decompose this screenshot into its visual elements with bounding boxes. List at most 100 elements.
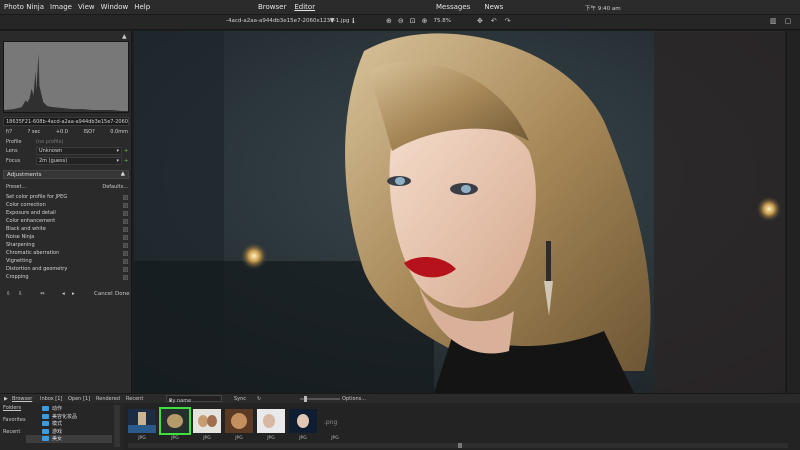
folder-icon [42,406,49,412]
thumbnail[interactable] [225,409,253,433]
refresh-icon[interactable]: ↻ [257,396,261,402]
adjustment-checkbox[interactable] [123,202,128,208]
lens-add-icon[interactable]: + [124,148,128,154]
lens-label: Lens [6,147,18,154]
zoom-actual-icon[interactable]: ⊕ [422,17,428,25]
editor-mode-button[interactable]: Editor [294,3,315,11]
browser-toggle-icon[interactable]: ▶ [4,396,8,402]
folder-item-selected[interactable]: 美女 [26,435,112,443]
folder-item[interactable]: 游戏 [26,428,112,436]
inbox-tab[interactable]: Inbox [1] [40,396,62,402]
pin-icon[interactable]: ▲ [121,171,125,177]
adjustment-checkbox[interactable] [123,258,128,264]
focus-add-icon[interactable]: + [124,158,128,164]
menu-image[interactable]: Image [50,3,72,11]
adjustment-checkbox[interactable] [123,226,128,232]
rendered-tab[interactable]: Rendered [96,396,120,402]
profile-value: (no profile) [36,138,64,145]
prev-icon[interactable]: ◂ [62,291,65,297]
thumbnail[interactable] [128,409,156,433]
thumbnail[interactable] [193,409,221,433]
folders-tab[interactable]: Folders [3,405,21,411]
adjustment-checkbox[interactable] [123,218,128,224]
folder-item[interactable]: 模式 [26,420,112,428]
favorites-tab[interactable]: Favorites [3,417,26,423]
cancel-button[interactable]: Cancel [94,291,113,297]
exif-summary: f/? ? sec +0.0 ISO? 0.0mm [6,129,128,135]
adjustments-header[interactable]: Adjustments ▲ [3,170,129,179]
next-icon[interactable]: ▸ [72,291,75,297]
adjustment-item[interactable]: Chromatic aberration [6,249,128,257]
thumbnail-selected[interactable] [159,407,191,435]
file-dropdown-icon[interactable]: ▼ [330,17,335,24]
browser-mode-button[interactable]: Browser [258,3,286,11]
thumbnail-label: JPG [171,436,179,441]
image-canvas[interactable] [134,31,785,393]
folder-item[interactable]: 美容化妆品 [26,413,112,421]
scrollbar-thumb[interactable] [458,443,462,448]
rotate-left-icon[interactable]: ↶ [491,17,497,25]
app-name-menu[interactable]: Photo Ninja [4,3,44,11]
zoom-out-icon[interactable]: ⊖ [398,17,404,25]
menu-help[interactable]: Help [134,3,150,11]
folder-icon [42,421,49,427]
adjustment-checkbox[interactable] [123,274,128,280]
adjustment-checkbox[interactable] [123,250,128,256]
adjustment-checkbox[interactable] [123,242,128,248]
adjustment-item[interactable]: Color correction [6,201,128,209]
adjustment-item[interactable]: Sharpening [6,241,128,249]
done-button[interactable]: Done [115,291,129,297]
adjustment-item[interactable]: Cropping [6,273,128,281]
recent-tab[interactable]: Recent [126,396,143,402]
folder-item[interactable]: 动作 [26,405,112,413]
sort-select[interactable]: By name ▾ [166,395,222,404]
thumbnail-placeholder[interactable]: .png [324,419,337,426]
preset-button[interactable]: Preset... [6,184,26,190]
adjustment-item[interactable]: Distortion and geometry [6,265,128,273]
adjustment-checkbox[interactable] [123,266,128,272]
focus-select[interactable]: 2m (guess) ▾ [36,156,122,165]
compare-icon[interactable]: ⇔ [40,291,45,297]
adjustment-item[interactable]: Set color profile for JPEG [6,193,128,201]
thumbnail[interactable] [289,409,317,433]
folder-scrollbar[interactable] [114,405,120,447]
browser-tab[interactable]: Browser [12,396,32,402]
editor-toolbar: -4acd-a2aa-a944db3e15e7-2060x1236-1.jpg … [0,15,800,30]
recent-folders-tab[interactable]: Recent [3,429,20,435]
news-link[interactable]: News [484,3,503,11]
stamp-icon[interactable]: ⇩ [18,291,23,297]
thumbnail[interactable] [257,409,285,433]
adjustment-item[interactable]: Noise Ninja [6,233,128,241]
options-button[interactable]: Options... [342,396,366,402]
lens-select[interactable]: Unknown ▾ [36,146,122,155]
adjustment-item[interactable]: Black and white [6,225,128,233]
chevron-down-icon: ▾ [116,147,119,154]
zoom-in-icon[interactable]: ⊕ [386,17,392,25]
profile-label: Profile [6,138,22,145]
pin-icon[interactable]: ▲ [122,33,127,40]
adjustment-item[interactable]: Exposure and detail [6,209,128,217]
menu-view[interactable]: View [78,3,95,11]
filmstrip-scrollbar[interactable] [128,443,788,448]
messages-link[interactable]: Messages [436,3,470,11]
adjustment-checkbox[interactable] [123,210,128,216]
folder-tree: 动作 美容化妆品 模式 游戏 美女 [26,405,112,443]
slider-handle[interactable] [304,396,307,402]
adjustment-item[interactable]: Vignetting [6,257,128,265]
layout-icon[interactable]: ▥ [770,17,777,25]
download-icon[interactable]: ⇩ [6,291,11,297]
defaults-button[interactable]: Defaults... [102,184,128,190]
open-tab[interactable]: Open [1] [68,396,90,402]
pan-tool-icon[interactable]: ✥ [477,17,483,25]
vertical-scrollbar[interactable] [786,31,800,393]
adjustment-item[interactable]: Color enhancement [6,217,128,225]
adjustment-checkbox[interactable] [123,194,128,200]
adjustment-checkbox[interactable] [123,234,128,240]
sync-button[interactable]: Sync [234,396,246,402]
rotate-right-icon[interactable]: ↷ [505,17,511,25]
zoom-fit-icon[interactable]: ⊡ [410,17,416,25]
menu-window[interactable]: Window [101,3,129,11]
fullscreen-icon[interactable]: ▢ [785,17,792,25]
clock: 下午 9:40 am [585,6,621,12]
info-icon[interactable]: ℹ [352,17,355,25]
